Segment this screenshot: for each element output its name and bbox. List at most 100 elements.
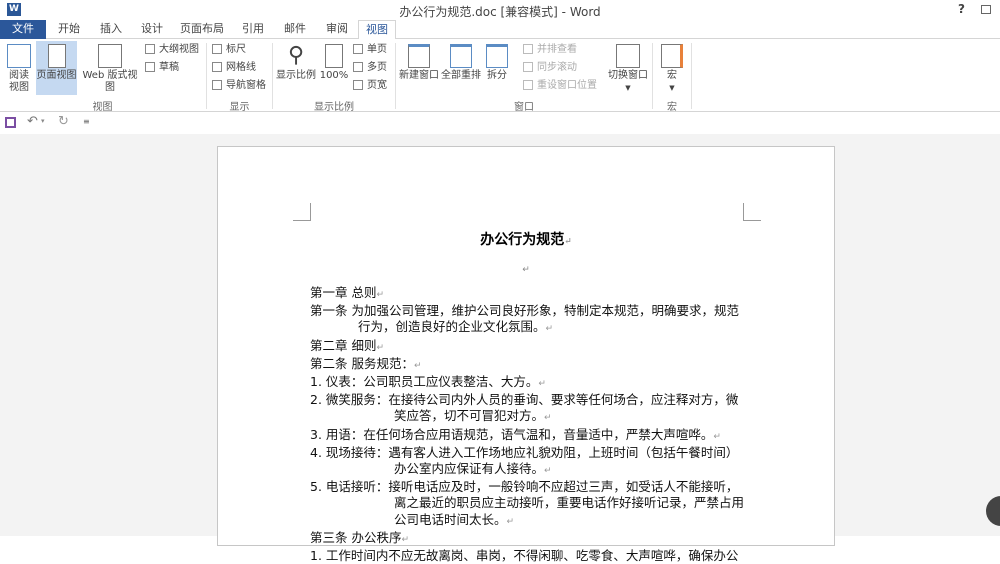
crop-mark	[743, 203, 761, 221]
paragraph-mark: ↵	[413, 360, 422, 371]
tab-design[interactable]: 设计	[133, 20, 171, 39]
redo-icon[interactable]: ↻	[58, 114, 69, 129]
magnifier-icon: ⚲	[285, 44, 307, 68]
view-side-by-side-button[interactable]: 并排查看	[523, 42, 577, 58]
zoom-button[interactable]: ⚲ 显示比例	[276, 41, 316, 82]
paragraph-mark: ↵	[544, 413, 552, 424]
paragraph-mark: ↵	[401, 534, 410, 545]
scroll-handle[interactable]	[986, 496, 1000, 526]
paragraph-mark: ↵	[538, 379, 546, 390]
line-text: 2. 微笑服务：在接待公司内外人员的垂询、要求等任何场合，应注释对方，微	[310, 392, 739, 408]
print-layout-button[interactable]: 页面视图	[36, 41, 77, 95]
line-text: 第二条 服务规范：	[310, 355, 414, 371]
line-text: 第一条 为加强公司管理，维护公司良好形象，特制定本规范，明确要求，规范	[310, 303, 739, 319]
window-title: 办公行为规范.doc [兼容模式] - Word	[399, 5, 601, 19]
tab-file[interactable]: 文件	[0, 20, 46, 39]
ribbon-display-options-icon[interactable]	[981, 5, 991, 14]
multiple-pages-button[interactable]: 多页	[353, 60, 387, 76]
outline-button[interactable]: 大纲视图	[145, 42, 199, 58]
document-line: 第二条 服务规范：↵	[310, 356, 750, 374]
document-line: 第三条 办公秩序↵	[310, 530, 750, 548]
group-label-show: 显示	[229, 102, 250, 113]
line-text: 公司电话时间太长。	[394, 511, 507, 527]
document-line: 4. 现场接待：遇有客人进入工作场地应礼貌劝阻，上班时间（包括午餐时间）	[310, 445, 750, 461]
new-window-button[interactable]: 新建窗口	[398, 41, 440, 82]
document-body[interactable]: 第一章 总则↵ 第一条 为加强公司管理，维护公司良好形象，特制定本规范，明确要求，…	[310, 285, 750, 564]
undo-dropdown-icon[interactable]: ▾	[41, 117, 45, 125]
web-layout-button[interactable]: Web 版式视图	[78, 41, 142, 94]
gridlines-checkbox[interactable]: 网格线	[212, 60, 256, 76]
group-label-zoom: 显示比例	[314, 102, 354, 113]
document-line: 笑应答，切不可冒犯对方。↵	[310, 408, 750, 426]
macros-button[interactable]: 宏 ▼	[656, 41, 688, 94]
split-icon	[486, 44, 508, 68]
tab-view[interactable]: 视图	[358, 20, 396, 40]
paragraph-mark: ↵	[545, 324, 554, 335]
one-page-button[interactable]: 单页	[353, 42, 387, 58]
document-line: 离之最近的职员应主动接听，重要电话作好接听记录，严禁占用	[310, 495, 750, 511]
paragraph-mark: ↵	[713, 431, 721, 442]
tab-layout[interactable]: 页面布局	[178, 20, 226, 39]
read-mode-button[interactable]: 阅读视图	[3, 41, 35, 94]
sync-scroll-icon	[523, 62, 533, 72]
document-line: 第二章 细则↵	[310, 338, 750, 356]
group-label-views: 视图	[92, 102, 113, 113]
dropdown-arrow-icon: ▼	[669, 84, 675, 92]
tab-mailings[interactable]: 邮件	[276, 20, 314, 39]
page-width-icon	[353, 80, 363, 90]
checkbox-icon	[212, 44, 222, 54]
book-icon	[7, 44, 31, 68]
ruler-checkbox[interactable]: 标尺	[212, 42, 246, 58]
paragraph-mark: ↵	[376, 290, 385, 300]
ribbon-tabs: 文件 开始 插入 设计 页面布局 引用 邮件 审阅 视图	[0, 20, 1000, 40]
split-button[interactable]: 拆分	[483, 41, 511, 82]
paragraph-mark: ↵	[376, 342, 385, 353]
line-text: 行为，创造良好的企业文化氛围。	[358, 319, 546, 335]
line-text: 5. 电话接听：接听电话应及时，一般铃响不应超过三声，如受话人不能接听，	[310, 479, 739, 495]
macros-icon	[661, 44, 683, 68]
document-line: 第一章 总则↵	[310, 285, 750, 303]
line-text: 第三条 办公秩序	[310, 529, 402, 545]
document-line: 5. 电话接听：接听电话应及时，一般铃响不应超过三声，如受话人不能接听，	[310, 479, 750, 495]
line-text: 3. 用语：在任何场合应用语规范，语气温和，音量适中，严禁大声喧哗。	[310, 426, 714, 442]
line-text: 第二章 细则	[310, 337, 377, 353]
page-width-button[interactable]: 页宽	[353, 78, 387, 94]
navigation-pane-checkbox[interactable]: 导航窗格	[212, 78, 266, 94]
checkbox-icon	[212, 80, 222, 90]
document-line: 2. 微笑服务：在接待公司内外人员的垂询、要求等任何场合，应注释对方，微	[310, 392, 750, 408]
document-title: 办公行为规范↵	[480, 232, 572, 248]
arrange-all-button[interactable]: 全部重排	[441, 41, 481, 82]
paragraph-mark: ↵	[544, 466, 552, 477]
undo-icon[interactable]: ↶	[27, 114, 38, 129]
title-bar: W 办公行为规范.doc [兼容模式] - Word ?	[0, 0, 1000, 20]
draft-button[interactable]: 草稿	[145, 60, 179, 76]
help-button[interactable]: ?	[958, 2, 965, 16]
quick-access-toolbar: ↶ ▾ ↻ ≡	[0, 113, 1000, 133]
checkbox-icon	[212, 62, 222, 72]
switch-windows-icon	[616, 44, 640, 68]
document-page[interactable]: 办公行为规范↵ ↵ 第一章 总则↵ 第一条 为加强公司管理，维护公司良好形象，特制…	[217, 146, 835, 563]
synchronous-scrolling-button[interactable]: 同步滚动	[523, 60, 577, 76]
crop-mark	[293, 203, 311, 221]
side-by-side-icon	[523, 44, 533, 54]
document-area: 办公行为规范↵ ↵ 第一章 总则↵ 第一条 为加强公司管理，维护公司良好形象，特制…	[0, 134, 1000, 563]
zoom-100-button[interactable]: 100%	[318, 41, 350, 82]
one-page-icon	[353, 44, 363, 54]
customize-qat-icon[interactable]: ≡	[83, 117, 90, 126]
document-line: 行为，创造良好的企业文化氛围。↵	[310, 319, 750, 337]
tab-review[interactable]: 审阅	[318, 20, 356, 39]
switch-windows-button[interactable]: 切换窗口 ▼	[606, 41, 650, 94]
line-text: 笑应答，切不可冒犯对方。	[394, 408, 545, 424]
draft-icon	[145, 62, 155, 72]
document-line: 公司电话时间太长。↵	[310, 512, 750, 530]
save-icon[interactable]	[5, 117, 16, 128]
new-window-icon	[408, 44, 430, 68]
line-text: 离之最近的职员应主动接听，重要电话作好接听记录，严禁占用	[394, 495, 745, 511]
reset-window-position-button[interactable]: 重设窗口位置	[523, 78, 597, 94]
line-text: 1. 工作时间内不应无故离岗、串岗，不得闲聊、吃零食、大声喧哗，确保办公	[310, 548, 739, 564]
line-text: 1. 仪表：公司职员工应仪表整洁、大方。	[310, 374, 539, 390]
zoom-100-icon	[325, 44, 343, 68]
tab-insert[interactable]: 插入	[92, 20, 130, 39]
tab-references[interactable]: 引用	[234, 20, 272, 39]
tab-home[interactable]: 开始	[50, 20, 88, 39]
